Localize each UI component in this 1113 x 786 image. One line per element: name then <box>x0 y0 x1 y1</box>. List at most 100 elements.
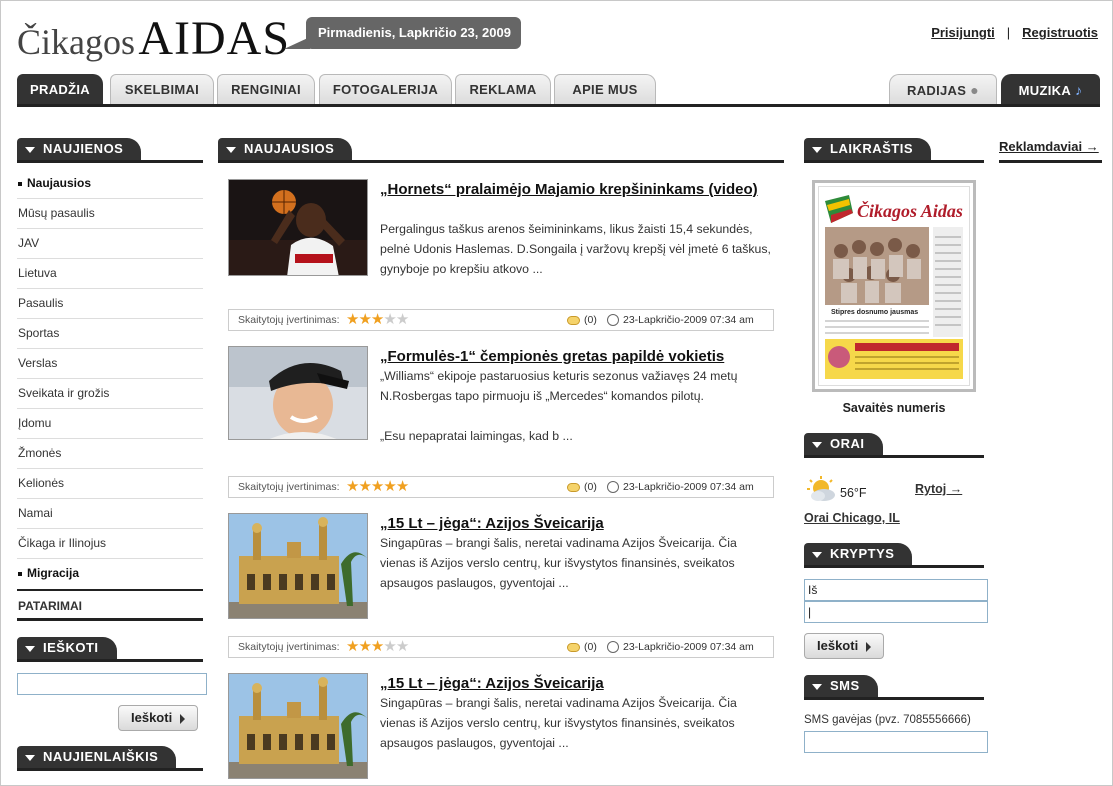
search-button-label: Ieškoti <box>131 710 173 725</box>
star-icon: ★ <box>383 638 396 655</box>
login-link[interactable]: Prisijungti <box>931 25 995 40</box>
comments-link[interactable]: (0) <box>567 637 597 657</box>
tab-apie-mus[interactable]: APIE MUS <box>554 74 656 104</box>
weather-city-link[interactable]: Orai Chicago, IL <box>804 511 900 525</box>
rating-label: Skaitytojų įvertinimas: <box>238 314 340 326</box>
mosque-photo[interactable] <box>228 673 368 779</box>
tab-skelbimai[interactable]: SKELBIMAI <box>110 74 214 104</box>
weather-title: ORAI <box>830 436 865 451</box>
main-nav: PRADŽIA SKELBIMAI RENGINIAI FOTOGALERIJA… <box>17 74 1100 107</box>
arrow-down-icon <box>812 551 822 558</box>
news-title: NAUJIENOS <box>43 141 124 156</box>
article-item: „15 Lt – jėga“: Azijos Šveicarija Singap… <box>228 513 774 623</box>
article-title-link[interactable]: „15 Lt – jėga“: Azijos Šveicarija <box>380 513 760 534</box>
article-title-link[interactable]: „Formulės-1“ čempionės gretas papildė vo… <box>380 346 760 367</box>
tips-link[interactable]: PATARIMAI <box>17 589 203 621</box>
menu-item[interactable]: Verslas <box>17 349 203 379</box>
temperature: 56°F <box>840 486 867 500</box>
tab-reklama[interactable]: REKLAMA <box>455 74 551 104</box>
sms-recipient-input[interactable] <box>804 731 988 753</box>
directions-search-button[interactable]: Ieškoti <box>804 633 885 659</box>
menu-item[interactable]: Pasaulis <box>17 289 203 319</box>
from-input[interactable]: Iš <box>804 579 988 601</box>
advertisers-link[interactable]: Reklamdaviai → <box>999 139 1099 154</box>
clock-icon <box>607 314 619 327</box>
star-rating[interactable]: ★★★★★ <box>346 310 409 330</box>
date-bubble: Pirmadienis, Lapkričio 23, 2009 <box>284 17 521 49</box>
newspaper-cover[interactable]: Čikagos Aidas Stipres dosnumo jausmas <box>812 180 976 392</box>
newspaper-header: LAIKRAŠTIS <box>804 138 984 163</box>
article-excerpt-continued: „Esu nepapratai laimingas, kad b ... <box>380 429 573 443</box>
link-separator: | <box>1006 25 1011 40</box>
article-date: 23-Lapkričio-2009 07:34 am <box>607 637 754 657</box>
arrow-right-icon <box>180 713 186 724</box>
article-item: „Hornets“ pralaimėjo Majamio krepšininka… <box>228 179 774 299</box>
news-header: NAUJIENOS <box>17 138 203 163</box>
news-menu: Naujausios Mūsų pasaulis JAV Lietuva Pas… <box>17 169 203 621</box>
tab-renginiai[interactable]: RENGINIAI <box>217 74 315 104</box>
tab-pradzia[interactable]: PRADŽIA <box>17 74 103 104</box>
article-meta: Skaitytojų įvertinimas: ★★★★★ (0) 23-Lap… <box>228 476 774 498</box>
menu-item[interactable]: Čikaga ir Ilinojus <box>17 529 203 559</box>
weather-header: ORAI <box>804 433 984 458</box>
newspaper-caption: Savaitės numeris <box>842 401 946 415</box>
sms-title: SMS <box>830 678 860 693</box>
menu-item[interactable]: Lietuva <box>17 259 203 289</box>
article-title-link[interactable]: „15 Lt – jėga“: Azijos Šveicarija <box>380 673 760 694</box>
menu-item[interactable]: Namai <box>17 499 203 529</box>
cover-headline: Stipres dosnumo jausmas <box>831 309 918 316</box>
comments-link[interactable]: (0) <box>567 310 597 330</box>
tab-radijas[interactable]: RADIJAS ● <box>889 74 997 104</box>
search-input[interactable] <box>17 673 207 695</box>
rating-label: Skaitytojų įvertinimas: <box>238 641 340 653</box>
racing-driver-photo[interactable] <box>228 346 368 440</box>
mosque-photo[interactable] <box>228 513 368 619</box>
menu-item[interactable]: Mūsų pasaulis <box>17 199 203 229</box>
star-icon: ★ <box>358 638 371 655</box>
star-rating[interactable]: ★★★★★ <box>346 637 409 657</box>
arrow-down-icon <box>812 146 822 153</box>
to-input[interactable]: | <box>804 601 988 623</box>
article-title-link[interactable]: „Hornets“ pralaimėjo Majamio krepšininka… <box>380 179 760 200</box>
article-item: „15 Lt – jėga“: Azijos Šveicarija Singap… <box>228 673 774 779</box>
advertisers-header: Reklamdaviai → <box>999 139 1102 163</box>
star-icon: ★ <box>346 311 359 328</box>
article-date: 23-Lapkričio-2009 07:34 am <box>607 310 754 330</box>
comment-count: (0) <box>584 641 597 653</box>
directions-button-label: Ieškoti <box>817 638 859 653</box>
logo-prefix: Čikagos <box>17 22 136 62</box>
star-icon: ★ <box>395 311 409 328</box>
basketball-player-photo[interactable] <box>228 179 368 276</box>
star-rating[interactable]: ★★★★★ <box>346 477 409 497</box>
menu-item[interactable]: Kelionės <box>17 469 203 499</box>
search-button[interactable]: Ieškoti <box>118 705 199 731</box>
rating-label: Skaitytojų įvertinimas: <box>238 481 340 493</box>
menu-item[interactable]: Sportas <box>17 319 203 349</box>
menu-item[interactable]: Žmonės <box>17 439 203 469</box>
article-excerpt: Singapūras – brangi šalis, neretai vadin… <box>380 696 737 750</box>
music-note-icon: ♪ <box>1075 82 1083 98</box>
menu-item[interactable]: Naujausios <box>17 169 203 199</box>
register-link[interactable]: Registruotis <box>1022 25 1098 40</box>
muzika-label: MUZIKA <box>1018 83 1072 98</box>
menu-item[interactable]: JAV <box>17 229 203 259</box>
comment-count: (0) <box>584 314 597 326</box>
menu-item[interactable]: Migracija <box>17 559 203 589</box>
directions-title: KRYPTYS <box>830 546 895 561</box>
site-logo[interactable]: Čikagos AIDAS <box>17 11 290 65</box>
article-item: „Formulės-1“ čempionės gretas papildė vo… <box>228 346 774 466</box>
menu-item[interactable]: Įdomu <box>17 409 203 439</box>
tab-fotogalerija[interactable]: FOTOGALERIJA <box>319 74 452 104</box>
tomorrow-link[interactable]: Rytoj → <box>915 482 962 496</box>
star-icon: ★ <box>395 638 409 655</box>
star-icon: ★ <box>370 638 384 655</box>
comments-link[interactable]: (0) <box>567 477 597 497</box>
date-text: 23-Lapkričio-2009 07:34 am <box>623 314 754 326</box>
star-icon: ★ <box>383 311 396 328</box>
arrow-right-icon <box>866 641 872 652</box>
tab-muzika[interactable]: MUZIKA ♪ <box>1001 74 1100 104</box>
star-icon: ★ <box>358 478 371 495</box>
article-meta: Skaitytojų įvertinimas: ★★★★★ (0) 23-Lap… <box>228 636 774 658</box>
latest-header: NAUJAUSIOS <box>218 138 784 163</box>
menu-item[interactable]: Sveikata ir grožis <box>17 379 203 409</box>
